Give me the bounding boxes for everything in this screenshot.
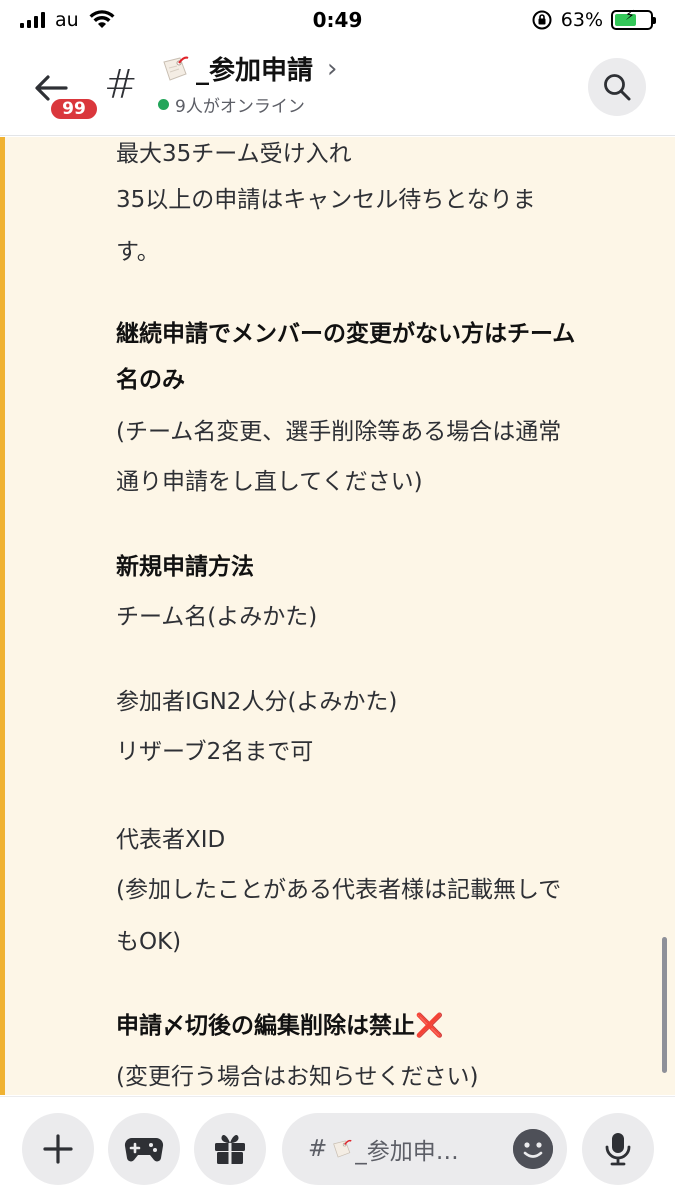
placeholder-channel: _参加申…: [355, 1139, 459, 1165]
orientation-lock-icon: [532, 10, 552, 30]
ticket-emoji-icon: [163, 56, 189, 81]
emoji-picker-button[interactable]: [513, 1129, 553, 1169]
message-line: チーム名(よみかた): [116, 604, 318, 630]
message-line: 代表者XID: [116, 827, 226, 853]
gift-nitro-button[interactable]: [194, 1113, 266, 1185]
message-line: 継続申請でメンバーの変更がない方はチーム: [116, 321, 576, 347]
message-line-with-emoji: 申請〆切後の編集削除は禁止❌: [116, 1011, 444, 1041]
message-line: リザーブ2名まで可: [116, 739, 314, 765]
wifi-icon: [89, 10, 115, 28]
unread-badge: 99: [48, 96, 100, 122]
carrier-label: au: [55, 9, 79, 31]
online-dot-icon: [158, 99, 169, 110]
placeholder-hash: #: [308, 1136, 328, 1162]
online-count-label: 9人がオンライン: [175, 97, 305, 117]
message-line: 通り申請をし直してください): [116, 469, 423, 495]
mention-highlight-bar: [0, 137, 5, 1095]
voice-message-button[interactable]: [582, 1113, 654, 1185]
message-line: 名のみ: [116, 367, 185, 393]
smiley-icon: [513, 1129, 553, 1169]
channel-title-button[interactable]: _参加申請 ›: [158, 50, 337, 87]
message-line: (参加したことがある代表者様は記載無しで: [116, 877, 562, 903]
channel-header: 99 # _参加申請 › 9人がオンライン: [0, 40, 675, 136]
cellular-signal-icon: [20, 12, 45, 28]
message-input[interactable]: # _参加申…: [282, 1113, 567, 1185]
search-icon: [604, 74, 631, 101]
status-bar: au 0:49 63% ⚡: [0, 0, 675, 40]
message-content: 最大35チーム受け入れ 35以上の申請はキャンセル待ちとなりま す。 継続申請で…: [0, 137, 675, 1095]
message-line: す。: [116, 239, 160, 265]
cross-mark-emoji-icon: ❌: [415, 1013, 444, 1039]
message-line: もOK): [116, 929, 182, 955]
search-button[interactable]: [588, 58, 646, 116]
activities-button[interactable]: [108, 1113, 180, 1185]
message-line: (変更行う場合はお知らせください): [116, 1064, 479, 1090]
plus-icon: [43, 1134, 73, 1164]
channel-name: _参加申請: [196, 56, 314, 86]
message-line: (チーム名変更、選手削除等ある場合は通常: [116, 419, 562, 445]
scrollbar-thumb[interactable]: [662, 937, 667, 1073]
message-line: 最大35チーム受け入れ: [116, 141, 352, 167]
chevron-right-icon: ›: [327, 53, 338, 84]
online-status: 9人がオンライン: [158, 92, 305, 117]
gamepad-icon: [124, 1137, 164, 1162]
message-line: 35以上の申請はキャンセル待ちとなりま: [116, 187, 536, 213]
microphone-icon: [605, 1133, 631, 1166]
message-input-placeholder: # _参加申…: [308, 1132, 513, 1166]
composer-bar: # _参加申…: [0, 1096, 675, 1200]
battery-icon: ⚡: [611, 8, 656, 30]
channel-hash-icon: #: [104, 62, 138, 108]
message-line: 新規申請方法: [116, 554, 254, 580]
message-line-text: 申請〆切後の編集削除は禁止: [116, 1013, 415, 1039]
message-line: 参加者IGN2人分(よみかた): [116, 689, 398, 715]
battery-percent: 63%: [560, 9, 603, 31]
ticket-emoji-icon: [333, 1139, 352, 1158]
gift-icon: [215, 1134, 245, 1164]
add-attachment-button[interactable]: [22, 1113, 94, 1185]
